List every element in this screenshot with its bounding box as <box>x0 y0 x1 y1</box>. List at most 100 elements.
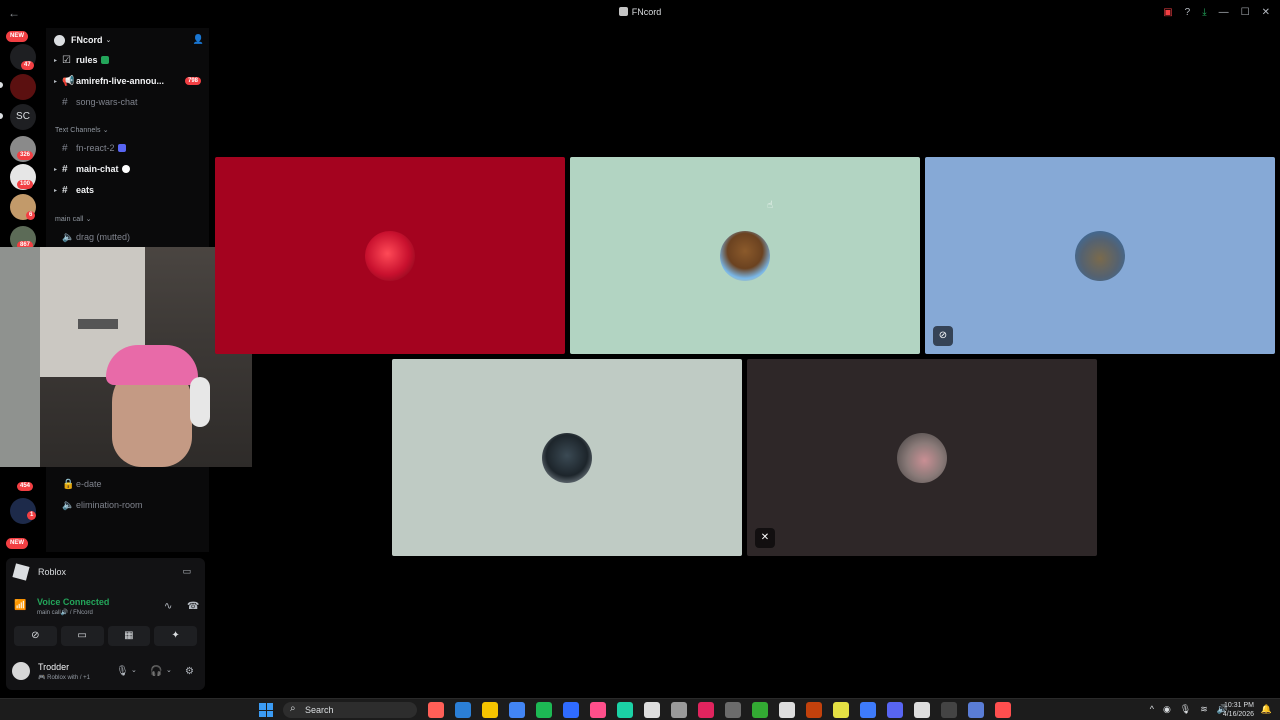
taskbar-app-icon[interactable] <box>914 702 930 718</box>
participant-tile[interactable]: ⊘ <box>925 157 1275 354</box>
voice-controls: ⊘ ▭ ▦ ✦ <box>14 626 197 646</box>
tray-chevron-icon[interactable]: ^ <box>1150 704 1154 715</box>
mention-badge: 454 <box>17 482 34 491</box>
taskbar-app-icon[interactable] <box>671 702 687 718</box>
participant-tile[interactable] <box>570 157 920 354</box>
taskbar-app-icon[interactable] <box>995 702 1011 718</box>
gear-icon[interactable]: ⚙ <box>185 666 194 677</box>
avatar[interactable] <box>12 662 30 680</box>
taskbar: ⌕ Search ^ ◉ 🎙 ≋ 🔊 10:31 PM 4/16/2026 🔔 <box>0 698 1280 720</box>
taskbar-app-icon[interactable] <box>860 702 876 718</box>
noise-suppression-icon[interactable]: ∿ <box>164 601 172 612</box>
hash-icon: # <box>62 142 68 154</box>
participant-tile[interactable] <box>392 359 742 556</box>
taskbar-app-icon[interactable] <box>725 702 741 718</box>
taskbar-app-icon[interactable] <box>644 702 660 718</box>
webcam-background <box>0 247 40 467</box>
user-row[interactable]: Trodder 🎮 Roblox with / +1 🎙 ⌄ 🎧 ⌄ ⚙ <box>12 659 199 683</box>
server-icon-sc[interactable]: SC <box>10 104 36 130</box>
channel-elimination-room[interactable]: 🔈 elimination-room <box>54 497 204 513</box>
clock[interactable]: 10:31 PM 4/16/2026 <box>1223 701 1254 719</box>
channel-main-chat[interactable]: ▸ # main-chat <box>54 161 204 177</box>
headphones-icon[interactable]: 🎧 <box>150 666 162 677</box>
participant-avatar <box>720 231 770 281</box>
title-bar: ← FNcord ▣ ? ⤓ — ☐ ✕ <box>0 0 1280 28</box>
taskbar-app-icon[interactable] <box>617 702 633 718</box>
hash-icon: # <box>62 184 68 196</box>
maximize-icon[interactable]: ☐ <box>1241 7 1250 19</box>
chevron-down-icon[interactable]: ⌄ <box>131 666 137 674</box>
user-panel: Roblox ▭ 📶 Voice Connected main call🔊 / … <box>6 558 205 690</box>
taskbar-app-icon[interactable] <box>887 702 903 718</box>
download-icon[interactable]: ⤓ <box>1202 7 1206 19</box>
server-header[interactable]: FNcord ⌄ 👤 <box>54 32 204 48</box>
disconnect-icon[interactable]: ☎ <box>187 601 199 612</box>
taskbar-app-icon[interactable] <box>590 702 606 718</box>
channel-name: eats <box>76 185 95 195</box>
close-icon[interactable]: ✕ <box>1262 7 1270 19</box>
streamer-headband <box>106 345 198 385</box>
taskbar-app-icon[interactable] <box>968 702 984 718</box>
tray-app-icon[interactable]: ◉ <box>1163 704 1171 715</box>
minimize-icon[interactable]: — <box>1219 7 1229 19</box>
soundboard-button[interactable]: ✦ <box>154 626 197 646</box>
taskbar-app-icon[interactable] <box>455 702 471 718</box>
roblox-icon <box>12 563 30 581</box>
taskbar-app-icon[interactable] <box>941 702 957 718</box>
title-bar-icons: ▣ ? ⤓ — ☐ ✕ <box>1163 7 1270 19</box>
participant-tile[interactable] <box>215 157 565 354</box>
category-text-channels[interactable]: Text Channels ⌄ <box>55 126 109 134</box>
mention-badge: 100 <box>17 180 34 189</box>
server-name: FNcord <box>71 35 103 45</box>
channel-fn-react-2[interactable]: # fn-react-2 <box>54 140 204 156</box>
taskbar-search[interactable]: ⌕ Search <box>283 702 417 718</box>
taskbar-app-icon[interactable] <box>536 702 552 718</box>
megaphone-icon: 📢 <box>62 75 75 87</box>
taskbar-app-icon[interactable] <box>779 702 795 718</box>
mic-icon[interactable]: 🎙 <box>116 666 129 677</box>
taskbar-app-icon[interactable] <box>698 702 714 718</box>
camera-button[interactable]: ⊘ <box>14 626 57 646</box>
rules-channel-icon: ☑ <box>62 54 71 66</box>
taskbar-app-icon[interactable] <box>752 702 768 718</box>
invite-people-icon[interactable]: 👤 <box>193 34 204 45</box>
voice-channel-drag[interactable]: 🔈 drag (mutted) <box>54 229 204 245</box>
inbox-icon[interactable]: ▣ <box>1163 7 1172 19</box>
wifi-icon[interactable]: ≋ <box>1200 704 1208 715</box>
mic-icon[interactable]: 🎙 <box>1180 704 1191 715</box>
activity-row[interactable]: Roblox ▭ <box>12 563 197 581</box>
channel-name: drag (mutted) <box>76 232 131 242</box>
channel-eats[interactable]: ▸ # eats <box>54 182 204 198</box>
hash-icon: # <box>62 96 68 108</box>
channel-e-date[interactable]: 🔒 e-date <box>54 476 204 492</box>
channel-announcements[interactable]: ▸ 📢 amirefn-live-annou... 798 <box>54 73 204 89</box>
activity-settings-icon[interactable]: ▭ <box>182 566 191 577</box>
channel-song-wars-chat[interactable]: # song-wars-chat <box>54 94 204 110</box>
participant-tile[interactable]: ✕ <box>747 359 1097 556</box>
taskbar-app-icon[interactable] <box>482 702 498 718</box>
screen-share-button[interactable]: ▭ <box>60 626 104 646</box>
date: 4/16/2026 <box>1222 711 1254 718</box>
mention-count-badge: 798 <box>184 77 201 85</box>
server-icon[interactable] <box>10 74 36 100</box>
taskbar-app-icon[interactable] <box>428 702 444 718</box>
taskbar-app-icon[interactable] <box>833 702 849 718</box>
voice-connected-label[interactable]: Voice Connected <box>37 597 109 607</box>
activities-button[interactable]: ▦ <box>107 626 151 646</box>
participant-avatar <box>897 433 947 483</box>
lock-icon: 🔒 <box>62 478 75 490</box>
notification-bell-icon[interactable]: 🔔 <box>1261 704 1272 715</box>
category-main-call[interactable]: main call ⌄ <box>55 215 92 223</box>
channel-name: e-date <box>76 479 102 489</box>
taskbar-app-icon[interactable] <box>563 702 579 718</box>
voice-location[interactable]: main call🔊 / FNcord <box>37 609 93 616</box>
chevron-down-icon[interactable]: ⌄ <box>166 666 172 674</box>
taskbar-app-icon[interactable] <box>509 702 525 718</box>
windows-start-icon[interactable] <box>259 703 273 717</box>
channel-name: amirefn-live-annou... <box>76 76 165 86</box>
taskbar-apps <box>428 702 1011 718</box>
channel-rules[interactable]: ▸ ☑ rules <box>54 52 204 68</box>
taskbar-app-icon[interactable] <box>806 702 822 718</box>
help-icon[interactable]: ? <box>1185 7 1191 19</box>
mention-badge: 47 <box>21 61 34 70</box>
